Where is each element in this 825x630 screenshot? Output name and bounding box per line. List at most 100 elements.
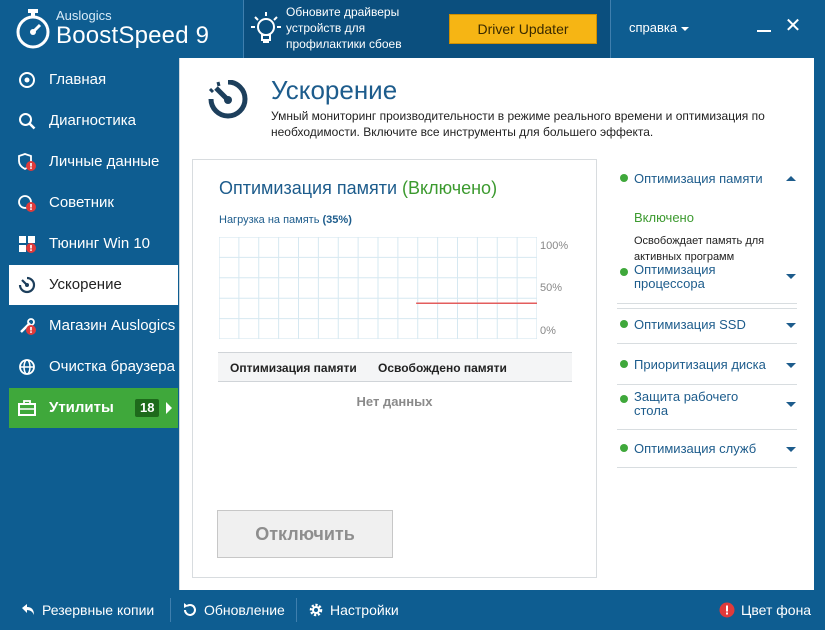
memory-optimization-card: Оптимизация памяти (Включено) Нагрузка н… — [192, 159, 597, 578]
backups-button[interactable]: Резервные копии — [20, 602, 154, 618]
background-color-label: Цвет фона — [741, 602, 812, 618]
disable-button[interactable]: Отключить — [217, 510, 393, 558]
sidebar-item-label: Личные данные — [49, 153, 160, 170]
column-header: Освобождено памяти — [378, 361, 507, 375]
status-dot — [620, 444, 628, 452]
store-icon — [20, 318, 36, 335]
brand-vendor: Auslogics — [56, 8, 112, 23]
driver-updater-promo: Обновите драйверы устройств для профилак… — [243, 0, 611, 58]
sidebar-item-label: Очистка браузера — [49, 358, 175, 375]
sidebar-item-label: Диагностика — [49, 112, 136, 129]
windows-icon — [19, 236, 36, 253]
sidebar-item-label: Магазин Auslogics — [49, 317, 176, 334]
page-description: Умный мониторинг производительности в ре… — [271, 109, 765, 139]
memory-load-chart — [219, 237, 537, 339]
card-status: (Включено) — [402, 178, 498, 198]
separator — [170, 598, 171, 622]
sidebar-item-label: Тюнинг Win 10 — [49, 235, 151, 252]
sidebar-item-home[interactable]: Главная — [9, 60, 178, 100]
memory-load-value: (35%) — [322, 214, 352, 226]
globe-icon — [19, 359, 35, 375]
settings-label: Настройки — [330, 602, 399, 618]
tick-label: 0% — [540, 325, 556, 337]
sidebar: Главная Диагностика Личные данные Советн… — [0, 58, 180, 590]
sidebar-item-diagnostics[interactable]: Диагностика — [9, 101, 178, 141]
toolbox-icon — [18, 400, 36, 416]
chevron-down-icon — [681, 26, 690, 31]
status-dot — [620, 174, 628, 182]
memory-load-label: Нагрузка на память (35%) — [219, 214, 352, 226]
sidebar-item-label: Главная — [49, 71, 107, 88]
sidebar-item-browser-cleanup[interactable]: Очистка браузера — [9, 347, 178, 387]
utilities-count-badge: 18 — [135, 399, 160, 417]
sidebar-item-privacy[interactable]: Личные данные — [9, 142, 178, 182]
column-header: Оптимизация памяти — [230, 361, 357, 375]
promo-text: Обновите драйверы устройств для профилак… — [286, 5, 402, 51]
boostspeed-logo-icon — [16, 9, 50, 49]
accordion-status: Включено — [634, 210, 694, 225]
status-dot — [620, 360, 628, 368]
chevron-up-icon[interactable] — [786, 176, 796, 181]
accordion-item-ssd[interactable]: Оптимизация SSD — [617, 304, 797, 344]
chevron-down-icon[interactable] — [786, 402, 796, 407]
page-title: Ускорение — [271, 75, 398, 105]
accordion-label: Оптимизация процессора — [634, 262, 716, 291]
chevron-right-icon — [166, 402, 172, 414]
help-menu[interactable]: справка — [629, 20, 690, 35]
minimize-button[interactable] — [757, 30, 771, 32]
refresh-icon — [184, 603, 196, 616]
status-dot — [620, 268, 628, 276]
settings-button[interactable]: Настройки — [308, 602, 399, 618]
status-bar: Резервные копии Обновление Настройки Цве… — [0, 590, 825, 630]
results-table-header: Оптимизация памяти Освобождено памяти — [218, 352, 572, 382]
chevron-down-icon[interactable] — [786, 323, 796, 328]
sidebar-item-label: Ускорение — [49, 276, 122, 293]
warning-icon — [719, 602, 735, 618]
accordion-item-services[interactable]: Оптимизация служб — [617, 430, 797, 468]
status-dot — [620, 320, 628, 328]
driver-updater-button[interactable]: Driver Updater — [449, 14, 597, 44]
chevron-down-icon[interactable] — [786, 447, 796, 452]
help-label: справка — [629, 20, 678, 35]
card-title-text: Оптимизация памяти — [219, 178, 398, 198]
main-panel: Ускорение Умный мониторинг производитель… — [179, 58, 814, 590]
sidebar-item-acceleration[interactable]: Ускорение — [9, 265, 178, 305]
chevron-down-icon[interactable] — [786, 363, 796, 368]
sidebar-item-store[interactable]: Магазин Auslogics — [9, 306, 178, 346]
search-icon — [19, 113, 36, 130]
advisor-icon — [18, 195, 36, 212]
close-button[interactable]: ✕ — [783, 16, 803, 36]
speedometer-icon — [208, 80, 248, 119]
card-title: Оптимизация памяти (Включено) — [219, 178, 497, 199]
lightbulb-icon — [251, 12, 281, 43]
accordion-item-disk[interactable]: Приоритизация диска — [617, 344, 797, 385]
brand-product: BoostSpeed 9 — [56, 22, 210, 49]
sidebar-item-label: Утилиты — [49, 399, 114, 416]
accordion-label: Защита рабочего стола — [634, 389, 739, 418]
update-button[interactable]: Обновление — [182, 602, 285, 618]
tick-label: 100% — [540, 240, 569, 252]
memory-load-text: Нагрузка на память — [219, 214, 320, 226]
sidebar-item-utilities[interactable]: Утилиты 18 — [9, 388, 178, 428]
privacy-shield-icon — [18, 153, 36, 171]
tick-label: 50% — [540, 282, 563, 294]
accordion-item-cpu[interactable]: Оптимизация процессора — [617, 258, 797, 304]
sidebar-item-label: Советник — [49, 194, 114, 211]
accordion-label: Оптимизация служб — [634, 441, 757, 456]
undo-icon — [22, 604, 34, 615]
status-dot — [620, 395, 628, 403]
sidebar-item-win10-tuning[interactable]: Тюнинг Win 10 — [9, 224, 178, 264]
background-color-button[interactable]: Цвет фона — [719, 602, 811, 618]
accordion-label: Приоритизация диска — [634, 357, 766, 372]
backups-label: Резервные копии — [42, 602, 155, 618]
sidebar-item-advisor[interactable]: Советник — [9, 183, 178, 223]
accordion-item-desktop[interactable]: Защита рабочего стола — [617, 385, 797, 430]
gear-icon — [309, 603, 323, 617]
separator — [296, 598, 297, 622]
accordion-label: Оптимизация SSD — [634, 317, 746, 332]
home-icon — [19, 72, 35, 88]
chevron-down-icon[interactable] — [786, 274, 796, 279]
update-label: Обновление — [204, 602, 285, 618]
empty-state: Нет данных — [356, 394, 433, 409]
title-bar: Auslogics BoostSpeed 9 Обновите драйверы… — [0, 0, 825, 58]
